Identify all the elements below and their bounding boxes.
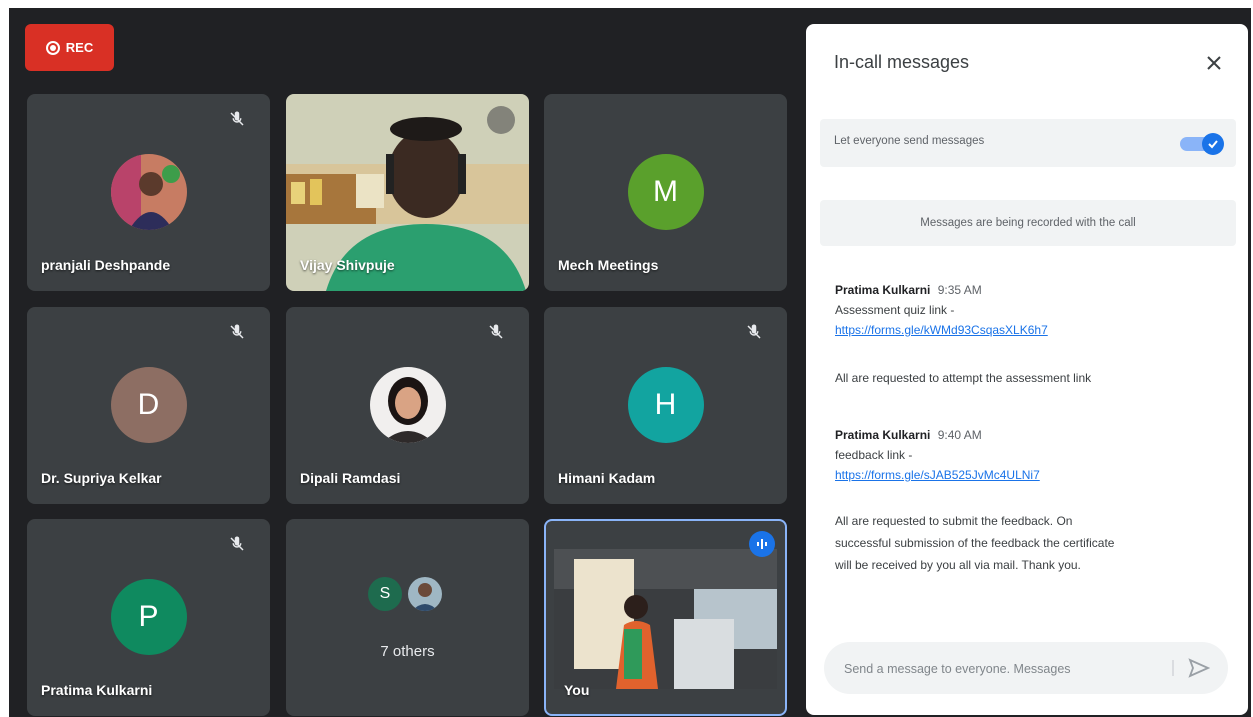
mic-off-icon <box>230 324 244 339</box>
recording-label: REC <box>65 40 94 55</box>
close-button[interactable] <box>1200 49 1228 77</box>
send-icon[interactable] <box>1188 658 1210 678</box>
mic-off-icon <box>489 324 503 339</box>
participant-tile-you[interactable]: You <box>544 519 787 716</box>
participant-initial-avatar: M <box>627 154 704 230</box>
participant-tile-dipali[interactable]: Dipali Ramdasi <box>286 307 529 504</box>
toggle-label: Let everyone send messages <box>834 135 985 147</box>
message-sender: Pratima Kulkarni <box>835 283 931 297</box>
message-link[interactable]: https://forms.gle/sJAB525JvMc4ULNi7 <box>835 465 1225 485</box>
close-icon <box>1207 56 1221 70</box>
mic-off-icon <box>230 111 244 126</box>
message-time: 9:35 AM <box>937 283 982 297</box>
participant-photo-avatar <box>110 154 187 230</box>
chat-message: Pratima Kulkarni 9:35 AM Assessment quiz… <box>835 280 1225 340</box>
recording-notice: Messages are being recorded with the cal… <box>820 200 1236 246</box>
participant-name: Dipali Ramdasi <box>300 470 401 486</box>
others-avatar-group: S <box>368 577 442 611</box>
check-icon <box>1202 133 1224 155</box>
message-text: Assessment quiz link - <box>835 303 955 317</box>
record-icon <box>45 40 60 55</box>
message-input[interactable] <box>842 658 1146 680</box>
others-tile[interactable]: S 7 others <box>286 519 529 716</box>
chat-message-followup: All are requested to attempt the assessm… <box>835 371 1092 385</box>
chat-message-followup: All are requested to submit the feedback… <box>835 510 1225 576</box>
followup-line: All are requested to submit the feedback… <box>835 514 1073 528</box>
mic-off-icon <box>230 536 244 551</box>
participant-tile-himani[interactable]: H Himani Kadam <box>544 307 787 504</box>
participant-tile-pratima[interactable]: P Pratima Kulkarni <box>27 519 270 716</box>
options-icon[interactable] <box>487 106 515 134</box>
participant-photo-avatar <box>369 367 446 443</box>
message-sender: Pratima Kulkarni <box>835 428 931 442</box>
participant-tile-vijay[interactable]: Vijay Shivpuje <box>286 94 529 291</box>
message-link[interactable]: https://forms.gle/kWMd93CsqasXLK6h7 <box>835 320 1225 340</box>
participant-name: pranjali Deshpande <box>41 257 171 273</box>
others-initial-avatar: S <box>368 577 402 611</box>
chat-message: Pratima Kulkarni 9:40 AM feedback link -… <box>835 425 1225 485</box>
let-everyone-send-setting: Let everyone send messages <box>820 119 1236 167</box>
participant-tile-mech-meetings[interactable]: M Mech Meetings <box>544 94 787 291</box>
message-text: feedback link - <box>835 448 913 462</box>
followup-line: successful submission of the feedback th… <box>835 536 1115 550</box>
participant-initial-avatar: D <box>110 367 187 443</box>
participant-name: Vijay Shivpuje <box>300 257 395 273</box>
composer-divider <box>1172 660 1174 676</box>
recording-indicator: REC <box>25 24 114 71</box>
participant-initial-avatar: H <box>627 367 704 443</box>
send-messages-toggle[interactable] <box>1180 133 1224 155</box>
panel-title: In-call messages <box>834 52 970 72</box>
participant-name: Dr. Supriya Kelkar <box>41 470 162 486</box>
others-photo-avatar <box>408 577 442 611</box>
in-call-messages-panel: In-call messages Let everyone send messa… <box>806 24 1248 715</box>
participant-name: Pratima Kulkarni <box>41 682 153 698</box>
participant-tile-pranjali[interactable]: pranjali Deshpande <box>27 94 270 291</box>
mic-off-icon <box>747 324 761 339</box>
self-video <box>554 549 777 689</box>
participant-name: Himani Kadam <box>558 470 656 486</box>
others-count: 7 others <box>380 643 435 660</box>
message-time: 9:40 AM <box>937 428 982 442</box>
message-composer <box>824 642 1228 694</box>
speaking-indicator-icon <box>749 531 775 557</box>
participant-tile-supriya[interactable]: D Dr. Supriya Kelkar <box>27 307 270 504</box>
participant-name: You <box>564 682 590 698</box>
participant-name: Mech Meetings <box>558 257 659 273</box>
followup-line: will be received by you all via mail. Th… <box>835 558 1081 572</box>
participant-initial-avatar: P <box>110 579 187 655</box>
